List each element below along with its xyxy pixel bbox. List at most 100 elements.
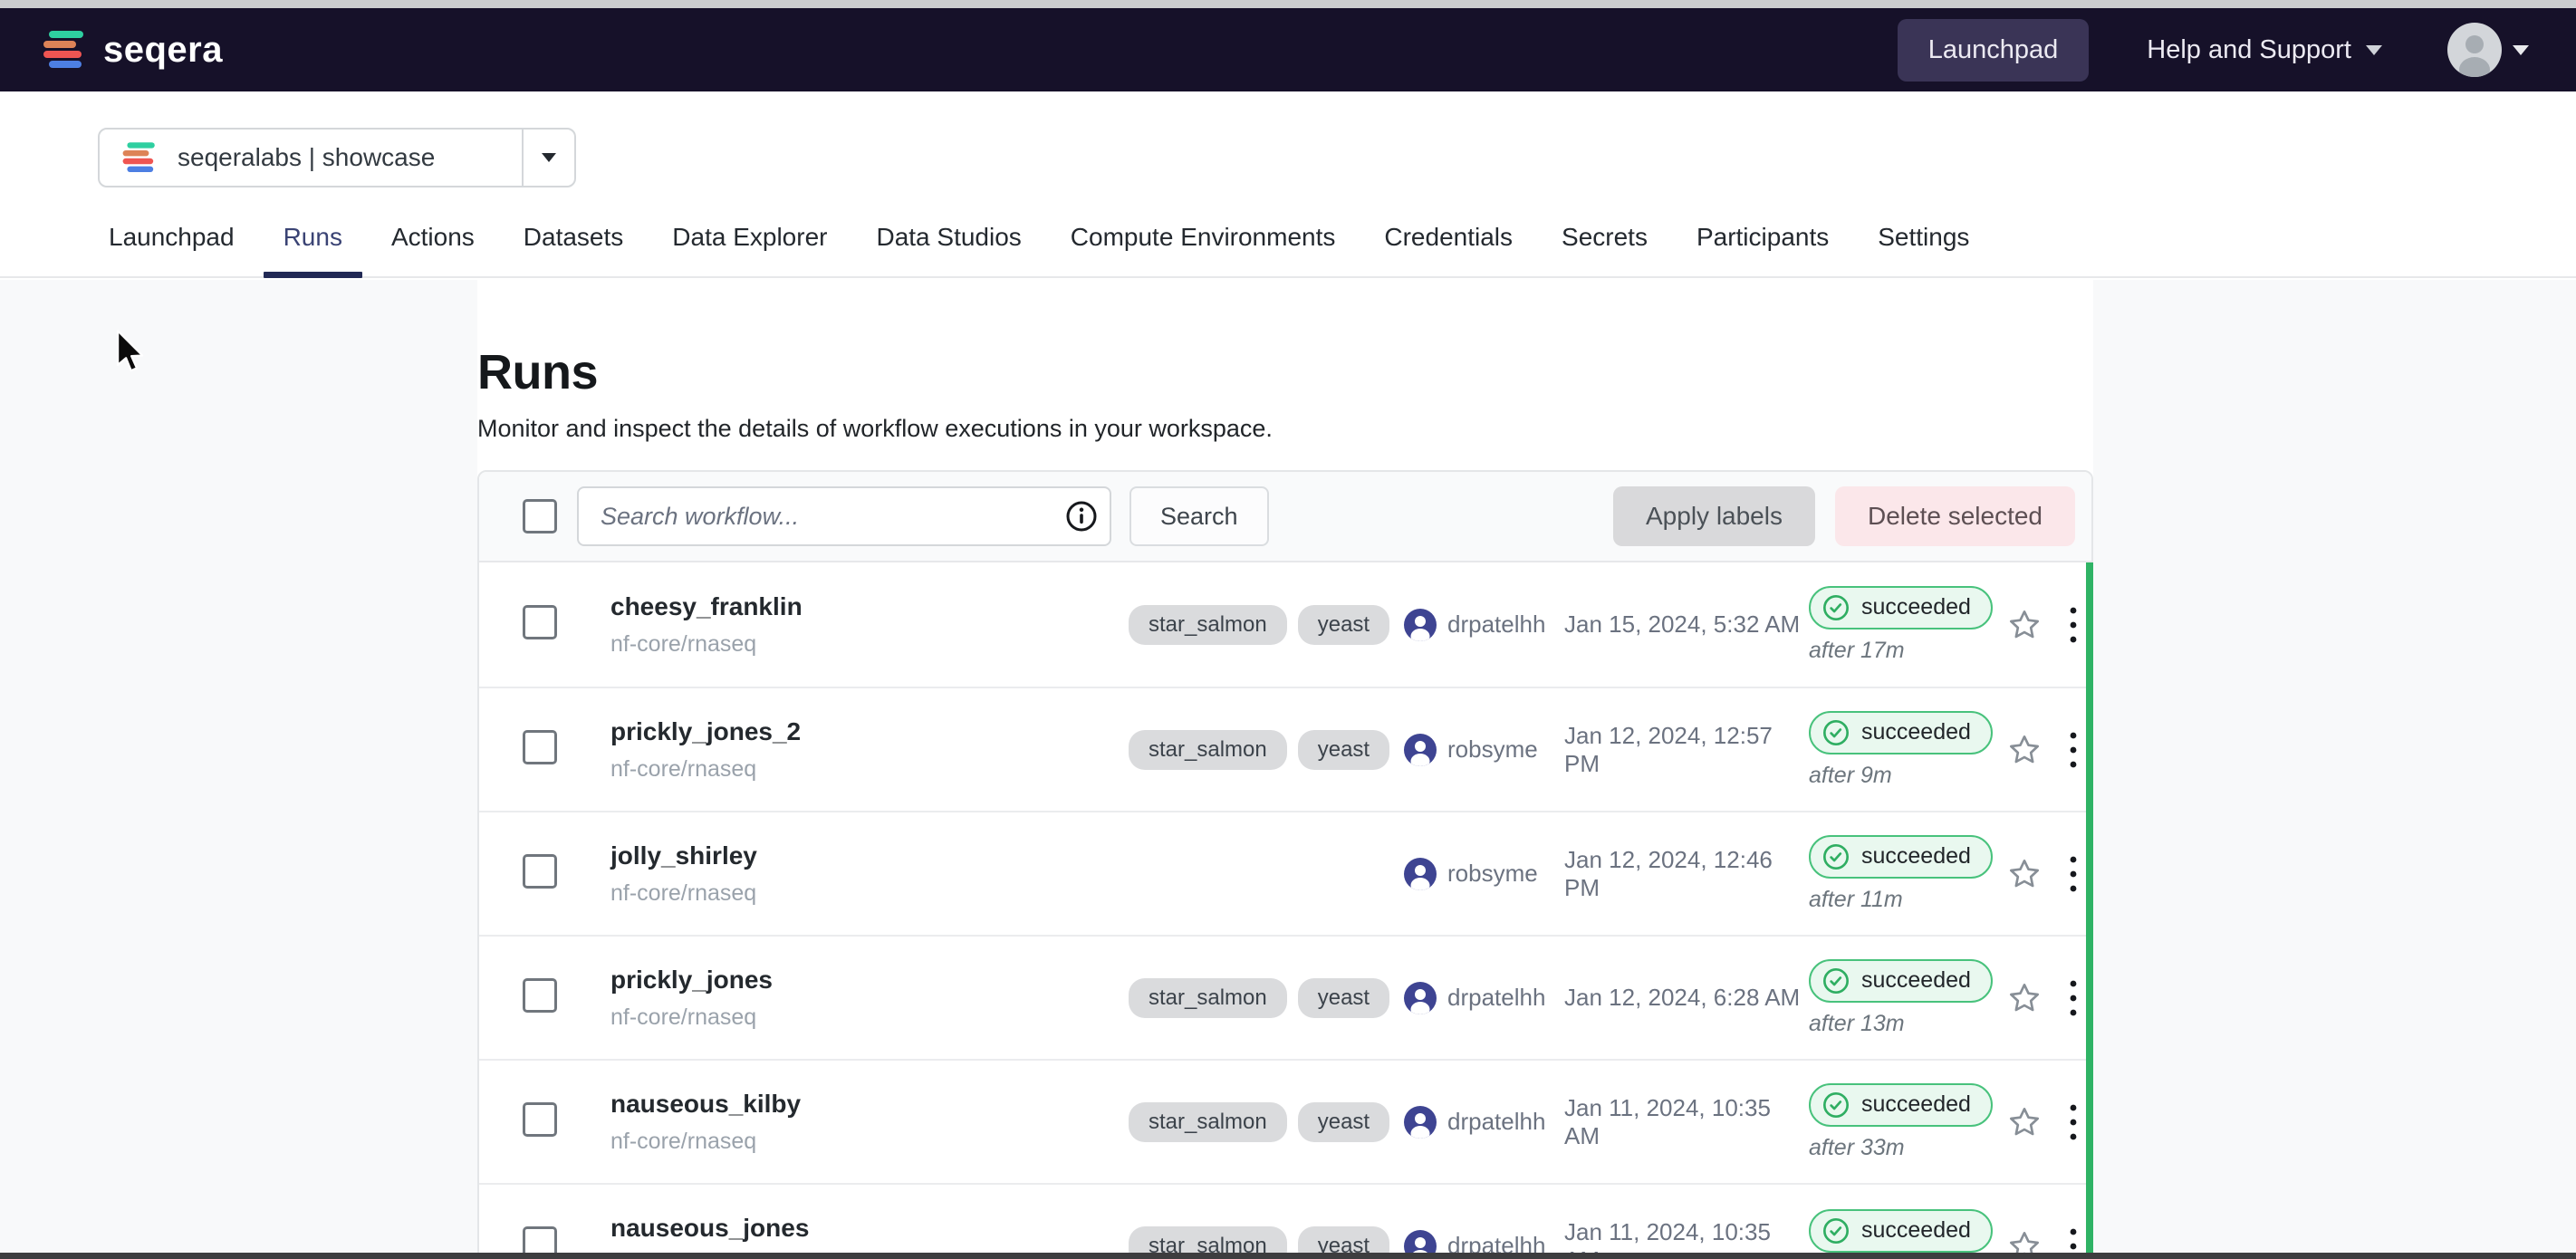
run-name-link[interactable]: nauseous_jones — [610, 1214, 1129, 1243]
workspace-selector[interactable]: seqeralabs | showcase — [98, 128, 576, 187]
scroll-indicator-bar — [2086, 562, 2093, 1253]
favorite-star-button[interactable] — [1997, 607, 2052, 643]
run-name-link[interactable]: jolly_shirley — [610, 841, 1129, 870]
run-name-link[interactable]: cheesy_franklin — [610, 592, 1129, 621]
run-name-link[interactable]: prickly_jones — [610, 966, 1129, 995]
run-labels: star_salmon yeast — [1129, 1102, 1404, 1142]
tab-participants[interactable]: Participants — [1697, 222, 1829, 276]
run-row[interactable]: nauseous_kilby nf-core/rnaseq star_salmo… — [479, 1059, 2091, 1183]
run-status-cell: succeeded after 17m — [1809, 586, 1997, 664]
run-name-link[interactable]: nauseous_kilby — [610, 1090, 1129, 1119]
kebab-menu-icon — [2069, 854, 2078, 894]
run-name-cell: nauseous_kilby nf-core/rnaseq — [610, 1090, 1129, 1155]
run-name-link[interactable]: prickly_jones_2 — [610, 717, 1129, 746]
run-label-pill[interactable]: yeast — [1298, 1102, 1389, 1142]
status-badge: succeeded — [1809, 1209, 1993, 1253]
status-label: succeeded — [1861, 967, 1971, 994]
kebab-menu-icon — [2069, 730, 2078, 770]
tab-datasets[interactable]: Datasets — [524, 222, 624, 276]
run-pipeline: nf-core/rnaseq — [610, 756, 1129, 783]
apply-labels-button[interactable]: Apply labels — [1613, 486, 1815, 546]
run-user-cell: drpatelhh — [1404, 1106, 1564, 1139]
run-pipeline: nf-core/rnaseq — [610, 631, 1129, 658]
search-input-group — [577, 486, 1111, 546]
run-label-pill[interactable]: yeast — [1298, 978, 1389, 1018]
launchpad-button[interactable]: Launchpad — [1898, 19, 2090, 82]
run-label-pill[interactable]: star_salmon — [1129, 978, 1287, 1018]
tab-actions[interactable]: Actions — [391, 222, 475, 276]
seqera-logo-icon — [42, 29, 87, 71]
favorite-star-button[interactable] — [1997, 856, 2052, 892]
run-label-pill[interactable]: yeast — [1298, 1226, 1389, 1254]
run-user-name: robsyme — [1447, 735, 1538, 764]
favorite-star-button[interactable] — [1997, 732, 2052, 768]
run-labels: star_salmon yeast — [1129, 605, 1404, 645]
run-duration: after 13m — [1809, 1011, 1905, 1037]
run-date: Jan 12, 2024, 12:57 PM — [1564, 722, 1809, 778]
run-duration: after 33m — [1809, 1135, 1905, 1161]
tab-data-studios[interactable]: Data Studios — [876, 222, 1021, 276]
search-info-button[interactable] — [1053, 500, 1110, 533]
brand[interactable]: seqera — [42, 29, 223, 71]
tab-credentials[interactable]: Credentials — [1384, 222, 1513, 276]
star-outline-icon — [2006, 856, 2043, 892]
check-circle-icon — [1821, 1216, 1850, 1245]
person-circle-icon — [1404, 858, 1437, 890]
run-user-cell: robsyme — [1404, 858, 1564, 890]
page-title: Runs — [477, 345, 2093, 399]
tab-settings[interactable]: Settings — [1878, 222, 1969, 276]
run-row[interactable]: jolly_shirley nf-core/rnaseq robsyme Jan… — [479, 811, 2091, 935]
status-label: succeeded — [1861, 719, 1971, 745]
run-label-pill[interactable]: yeast — [1298, 730, 1389, 770]
search-button[interactable]: Search — [1129, 486, 1269, 546]
row-checkbox[interactable] — [523, 978, 557, 1013]
status-badge: succeeded — [1809, 711, 1993, 754]
search-input[interactable] — [579, 488, 1053, 544]
tab-compute-environments[interactable]: Compute Environments — [1071, 222, 1336, 276]
run-labels: star_salmon yeast — [1129, 730, 1404, 770]
workspace-name: seqeralabs | showcase — [178, 143, 435, 172]
run-row[interactable]: nauseous_jones nf-core/rnaseq star_salmo… — [479, 1183, 2091, 1253]
run-label-pill[interactable]: star_salmon — [1129, 605, 1287, 645]
run-name-cell: jolly_shirley nf-core/rnaseq — [610, 841, 1129, 907]
run-row[interactable]: prickly_jones_2 nf-core/rnaseq star_salm… — [479, 687, 2091, 811]
tab-launchpad[interactable]: Launchpad — [109, 222, 235, 276]
run-pipeline: nf-core/rnaseq — [610, 1129, 1129, 1155]
check-circle-icon — [1821, 593, 1850, 622]
person-circle-icon — [1404, 1106, 1437, 1139]
status-label: succeeded — [1861, 843, 1971, 870]
row-select-cell — [523, 1226, 610, 1253]
delete-selected-button[interactable]: Delete selected — [1835, 486, 2075, 546]
select-all-checkbox[interactable] — [523, 499, 557, 533]
help-and-support-menu[interactable]: Help and Support — [2147, 35, 2382, 65]
favorite-star-button[interactable] — [1997, 1228, 2052, 1254]
check-circle-icon — [1821, 842, 1850, 871]
run-label-pill[interactable]: star_salmon — [1129, 1102, 1287, 1142]
workspace-dropdown-toggle[interactable] — [522, 130, 574, 186]
info-circle-icon — [1065, 500, 1098, 533]
favorite-star-button[interactable] — [1997, 1104, 2052, 1140]
row-checkbox[interactable] — [523, 1102, 557, 1137]
tab-secrets[interactable]: Secrets — [1562, 222, 1648, 276]
run-date: Jan 12, 2024, 6:28 AM — [1564, 984, 1809, 1012]
tab-data-explorer[interactable]: Data Explorer — [672, 222, 827, 276]
row-checkbox[interactable] — [523, 1226, 557, 1253]
run-row[interactable]: cheesy_franklin nf-core/rnaseq star_salm… — [479, 562, 2091, 687]
run-label-pill[interactable]: star_salmon — [1129, 730, 1287, 770]
help-and-support-label: Help and Support — [2147, 35, 2351, 65]
row-checkbox[interactable] — [523, 854, 557, 889]
person-circle-icon — [1404, 609, 1437, 641]
favorite-star-button[interactable] — [1997, 980, 2052, 1016]
run-row[interactable]: prickly_jones nf-core/rnaseq star_salmon… — [479, 935, 2091, 1059]
row-checkbox[interactable] — [523, 605, 557, 639]
run-status-cell: succeeded after 11m — [1809, 835, 1997, 913]
row-checkbox[interactable] — [523, 730, 557, 764]
person-circle-icon — [1404, 1230, 1437, 1254]
kebab-menu-icon — [2069, 978, 2078, 1018]
seqera-logo-small-icon — [121, 140, 158, 175]
run-label-pill[interactable]: star_salmon — [1129, 1226, 1287, 1254]
run-label-pill[interactable]: yeast — [1298, 605, 1389, 645]
check-circle-icon — [1821, 966, 1850, 995]
tab-runs[interactable]: Runs — [284, 222, 342, 276]
user-menu[interactable] — [2447, 23, 2529, 77]
